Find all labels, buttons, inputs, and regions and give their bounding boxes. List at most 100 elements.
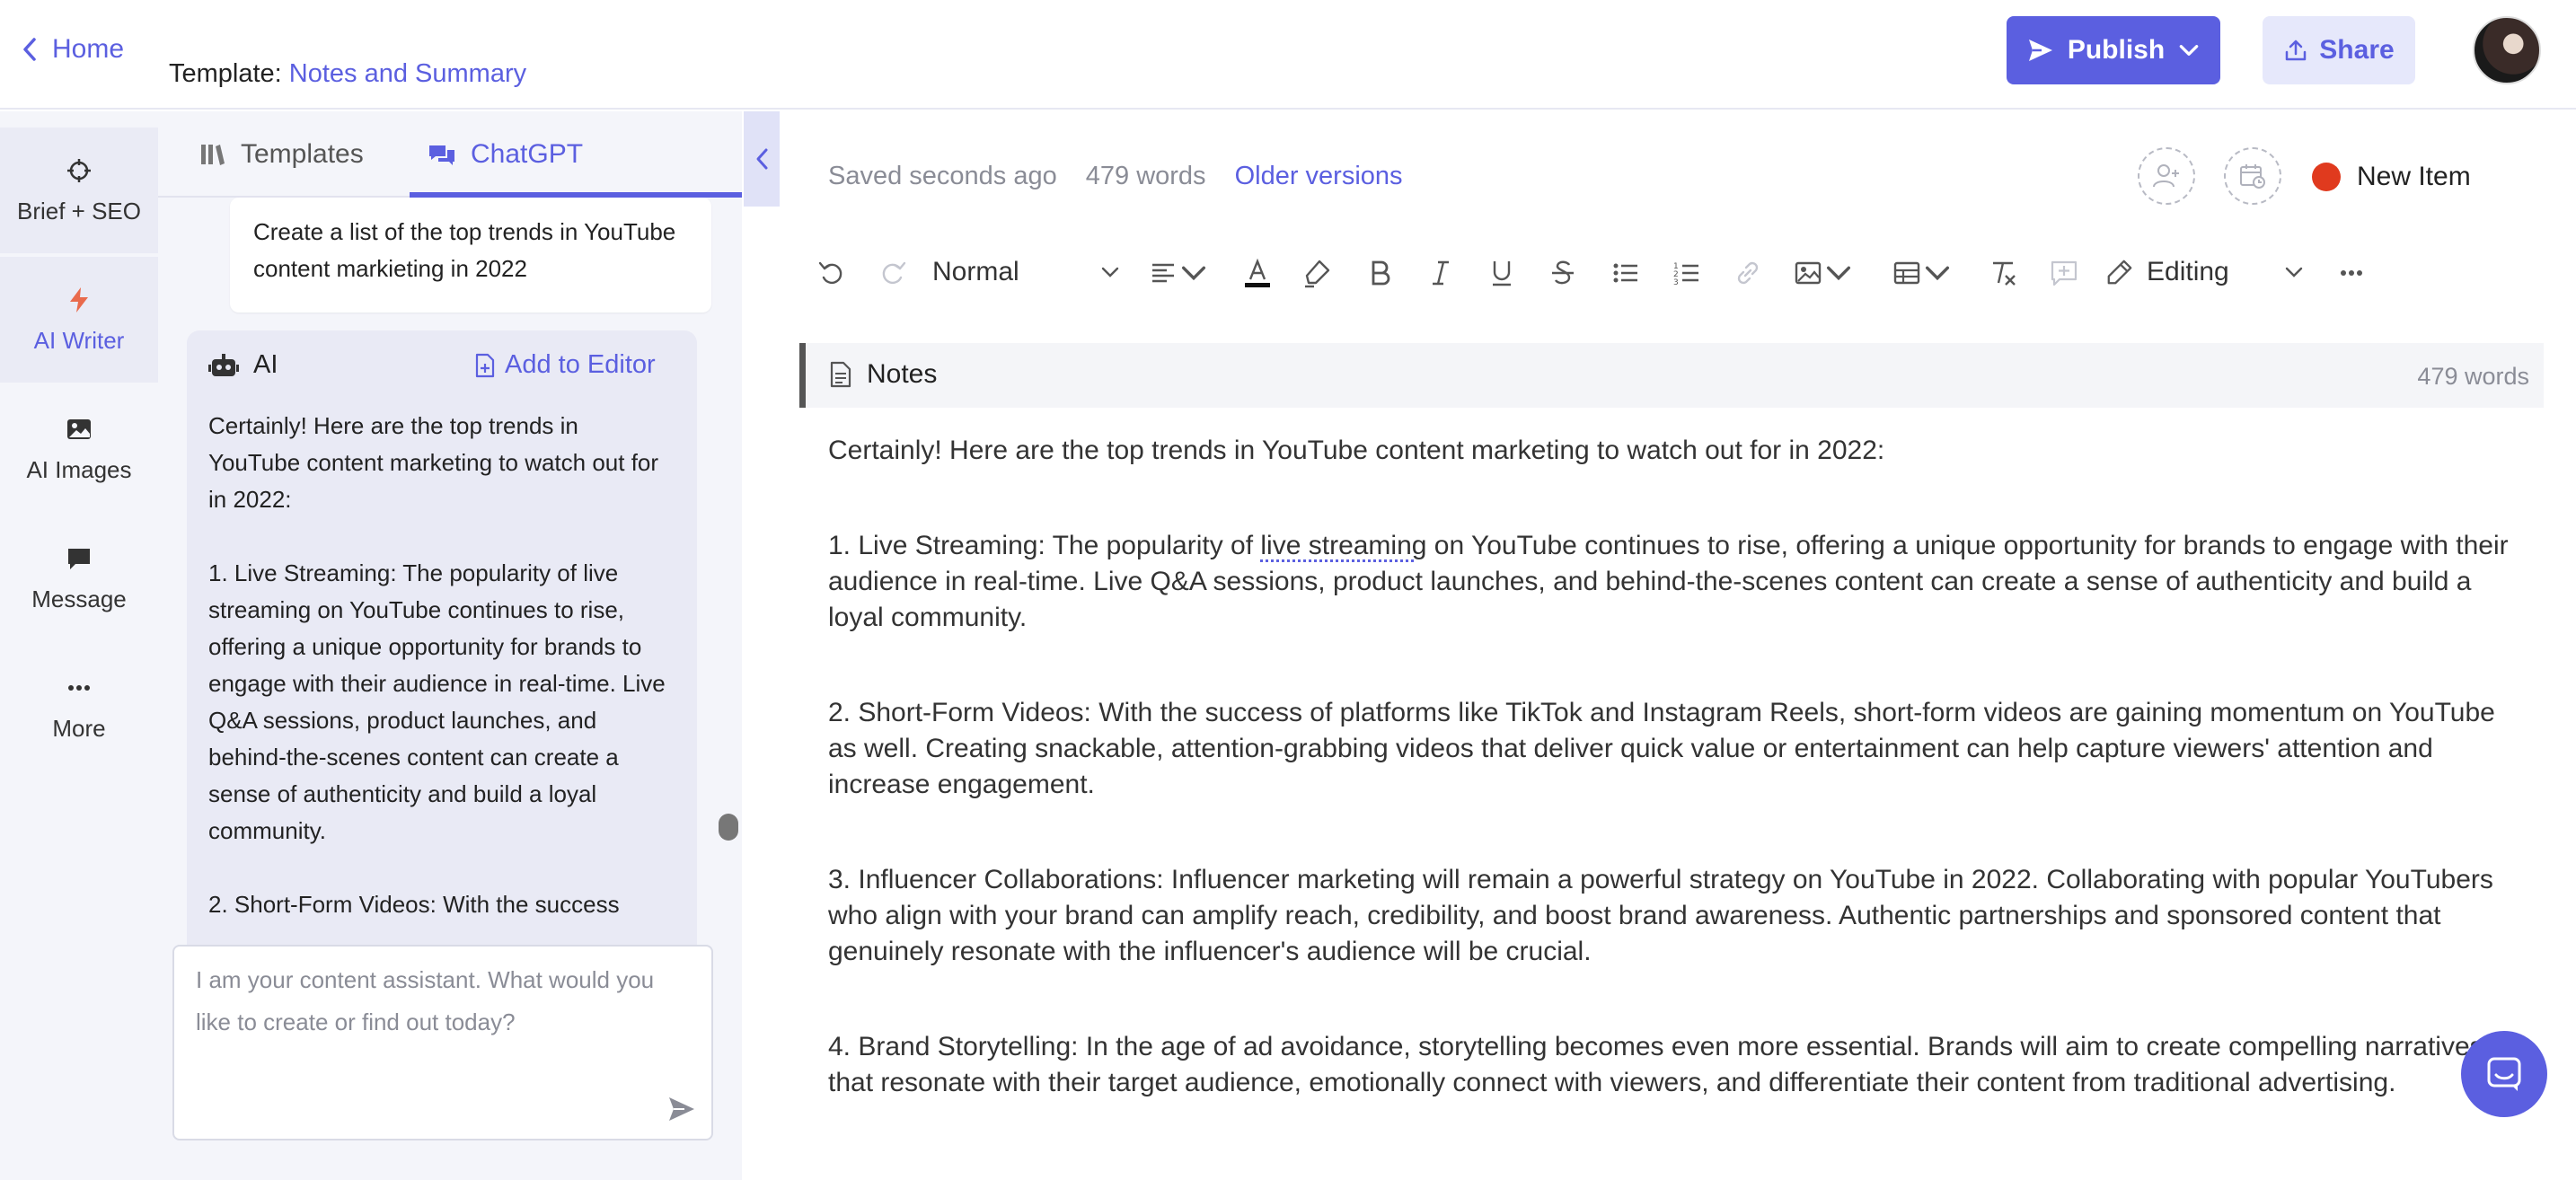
text-color-icon — [1245, 258, 1270, 287]
text-style-value: Normal — [932, 257, 1019, 286]
saved-status: Saved seconds ago — [828, 162, 1057, 190]
align-dropdown[interactable] — [1142, 255, 1214, 291]
status-label: New Item — [2357, 162, 2471, 191]
send-message-icon[interactable] — [666, 1094, 697, 1124]
tab-label: Templates — [241, 139, 364, 169]
italic-icon — [1433, 260, 1449, 286]
ellipsis-icon — [2341, 270, 2362, 276]
comment-add-icon — [2051, 260, 2078, 286]
highlighter-icon — [1305, 260, 1330, 288]
bold-button[interactable] — [1360, 255, 1399, 291]
ellipsis-icon — [68, 684, 90, 691]
send-icon — [2028, 40, 2052, 61]
nav-label: Message — [31, 585, 127, 612]
paragraph: 2. Short-Form Videos: With the success o… — [828, 698, 2495, 799]
schedule-button[interactable] — [2224, 147, 2281, 205]
nav-label: Brief + SEO — [17, 197, 141, 225]
chat-input[interactable]: I am your content assistant. What would … — [172, 945, 713, 1140]
document-icon — [830, 361, 851, 388]
strikethrough-button[interactable] — [1543, 255, 1583, 291]
chat-scrollbar-thumb[interactable] — [719, 814, 738, 841]
paragraph: Certainly! Here are the top trends in Yo… — [828, 436, 1885, 465]
chat-support-icon — [2487, 1057, 2521, 1091]
tab-templates[interactable]: Templates — [198, 131, 364, 178]
clear-formatting-button[interactable] — [1983, 255, 2023, 291]
left-navigation: Brief + SEO AI Writer AI Images Message … — [0, 111, 158, 1180]
text-color-button[interactable] — [1238, 255, 1277, 291]
underline-icon — [1493, 261, 1511, 286]
nav-ai-writer[interactable]: AI Writer — [0, 257, 158, 383]
word-count: 479 words — [1085, 162, 1206, 190]
document-body[interactable]: Certainly! Here are the top trends in Yo… — [828, 433, 2517, 1160]
image-icon — [1795, 261, 1822, 285]
robot-icon — [208, 353, 239, 376]
insert-comment-button[interactable] — [2044, 255, 2084, 291]
publish-button[interactable]: Publish — [2007, 16, 2220, 84]
notes-section-header: Notes 479 words — [799, 343, 2544, 408]
calendar-clock-icon — [2240, 164, 2265, 189]
text-style-select[interactable]: Normal — [932, 251, 1121, 293]
editor-toolbar: Normal 123 Editing — [812, 244, 2554, 302]
table-dropdown[interactable] — [1886, 255, 1958, 291]
link-button[interactable] — [1728, 255, 1768, 291]
chevron-down-icon — [2285, 267, 2303, 277]
editing-mode-value: Editing — [2147, 257, 2229, 286]
add-to-editor-label: Add to Editor — [505, 350, 656, 379]
chat-bubble-icon — [68, 548, 90, 569]
notes-title-label: Notes — [867, 359, 938, 389]
template-name-link[interactable]: Notes and Summary — [289, 59, 526, 88]
ai-header: AI — [208, 350, 278, 380]
collapse-panel-button[interactable] — [744, 111, 780, 207]
underline-button[interactable] — [1482, 255, 1522, 291]
home-label: Home — [52, 34, 125, 64]
older-versions-link[interactable]: Older versions — [1235, 162, 1403, 191]
image-dropdown[interactable] — [1787, 255, 1859, 291]
paragraph: 1. Live Streaming: The popularity of liv… — [828, 528, 2517, 636]
pencil-icon — [2107, 260, 2132, 285]
share-button[interactable]: Share — [2263, 16, 2415, 84]
crosshair-icon — [67, 158, 91, 182]
undo-button[interactable] — [812, 255, 851, 291]
home-link[interactable]: Home — [20, 34, 124, 65]
paragraph: 3. Influencer Collaborations: Influencer… — [828, 865, 2493, 966]
table-icon — [1893, 261, 1920, 285]
redo-icon — [882, 261, 906, 285]
editing-mode-select[interactable]: Editing — [2105, 251, 2305, 293]
numbered-list-button[interactable]: 123 — [1667, 255, 1707, 291]
top-bar: Home Template: Notes and Summary Publish… — [0, 0, 2576, 110]
nav-label: AI Images — [26, 455, 132, 483]
chevron-down-icon — [2179, 45, 2199, 56]
nav-more[interactable]: More — [0, 645, 158, 771]
undo-icon — [818, 261, 842, 285]
bolt-icon — [70, 286, 88, 313]
library-icon — [201, 145, 225, 165]
item-status[interactable]: New Item — [2312, 162, 2471, 192]
nav-ai-images[interactable]: AI Images — [0, 386, 158, 512]
tab-chatgpt[interactable]: ChatGPT — [428, 131, 583, 178]
chat-input-placeholder: I am your content assistant. What would … — [196, 966, 655, 1035]
paragraph: 4. Brand Storytelling: In the age of ad … — [828, 1032, 2483, 1097]
chevron-down-icon — [1181, 266, 1206, 281]
bullet-list-icon — [1613, 263, 1637, 283]
support-chat-button[interactable] — [2461, 1031, 2547, 1117]
chevron-down-icon — [1826, 266, 1851, 281]
nav-brief-seo[interactable]: Brief + SEO — [0, 128, 158, 253]
bold-icon — [1372, 260, 1390, 286]
ai-response-text: Certainly! Here are the top trends in Yo… — [208, 412, 666, 918]
more-options-button[interactable] — [2332, 255, 2371, 291]
chat-tabs: Templates ChatGPT — [158, 111, 742, 198]
nav-label: AI Writer — [33, 326, 125, 354]
spellcheck-highlight[interactable]: live streaming — [1260, 531, 1426, 560]
italic-button[interactable] — [1421, 255, 1460, 291]
bullet-list-button[interactable] — [1606, 255, 1645, 291]
add-to-editor-button[interactable]: Add to Editor — [472, 350, 656, 380]
nav-message[interactable]: Message — [0, 515, 158, 641]
share-label: Share — [2319, 35, 2395, 65]
avatar[interactable] — [2473, 16, 2541, 84]
chat-icon — [429, 145, 454, 165]
clear-format-icon — [1993, 261, 2016, 286]
redo-button[interactable] — [873, 255, 913, 291]
highlight-button[interactable] — [1297, 255, 1337, 291]
add-user-button[interactable] — [2138, 147, 2195, 205]
chevron-left-icon — [756, 148, 768, 170]
